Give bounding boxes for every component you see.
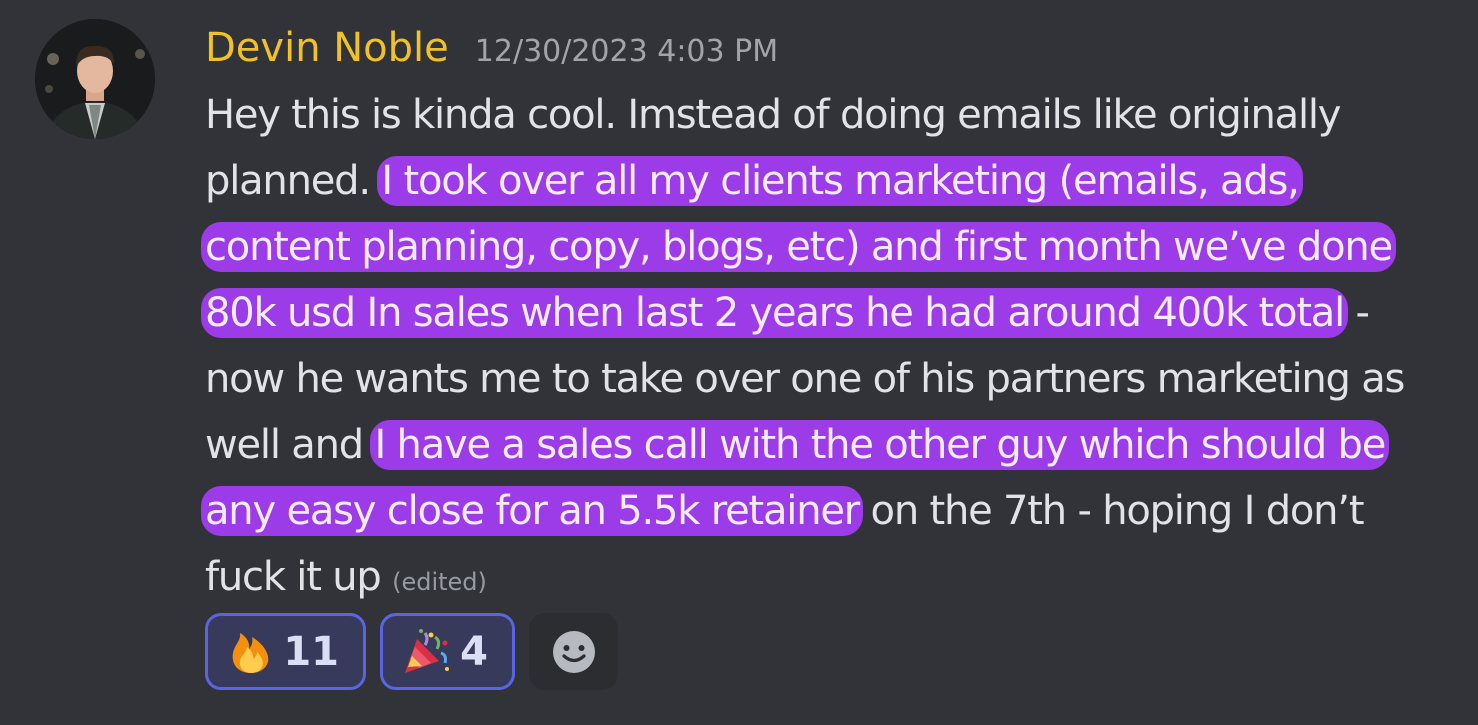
reactions-bar: 11 4 [205, 613, 618, 690]
user-avatar[interactable] [35, 19, 155, 139]
party-popper-emoji-icon [405, 628, 449, 673]
reaction-count: 11 [283, 628, 339, 675]
reaction-fire[interactable]: 11 [205, 613, 366, 690]
message-header: Devin Noble 12/30/2023 4:03 PM [205, 22, 778, 74]
message-content: Hey this is kinda cool. Imstead of doing… [201, 82, 1435, 615]
add-reaction-button[interactable] [529, 613, 618, 690]
message-timestamp[interactable]: 12/30/2023 4:03 PM [475, 26, 778, 78]
edited-label[interactable]: (edited) [392, 568, 487, 596]
username[interactable]: Devin Noble [205, 22, 449, 74]
reaction-count: 4 [460, 628, 488, 675]
reaction-party-popper[interactable]: 4 [380, 613, 515, 690]
smiley-add-reaction-icon [552, 630, 595, 673]
chat-message: Devin Noble 12/30/2023 4:03 PM Hey this … [0, 0, 1478, 725]
highlighted-text: I took over all my clients marketing (em… [201, 156, 1396, 338]
avatar-photo [35, 19, 155, 139]
fire-emoji-icon [232, 632, 269, 673]
